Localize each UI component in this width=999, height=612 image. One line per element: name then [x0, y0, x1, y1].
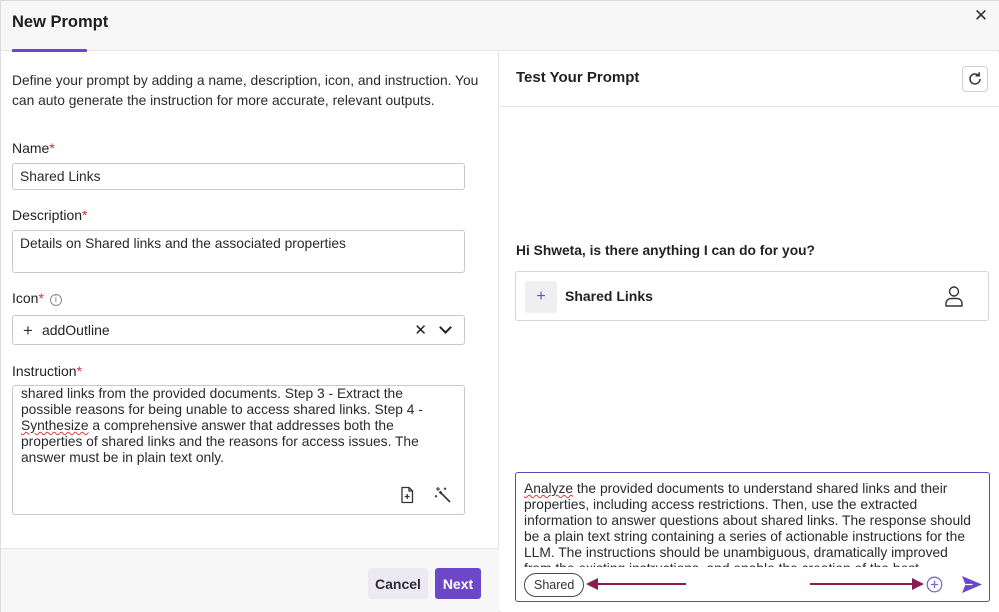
description-input[interactable]: Details on Shared links and the associat…: [12, 230, 465, 273]
refresh-button[interactable]: [962, 66, 988, 92]
instruction-label: Instruction*: [12, 363, 83, 379]
add-icon: +: [525, 281, 557, 313]
name-label: Name*: [12, 140, 55, 156]
prompt-card-label: Shared Links: [565, 288, 653, 304]
next-button[interactable]: Next: [435, 568, 481, 599]
cancel-button[interactable]: Cancel: [368, 568, 428, 599]
test-panel-title: Test Your Prompt: [516, 69, 640, 86]
icon-select-value: addOutline: [41, 322, 110, 338]
test-panel-header: Test Your Prompt: [500, 52, 999, 107]
test-prompt-panel: Test Your Prompt Hi Shweta, is there any…: [500, 52, 999, 612]
prompt-card[interactable]: + Shared Links: [515, 271, 989, 321]
prompt-form-panel: Define your prompt by adding a name, des…: [1, 52, 499, 612]
form-footer: Cancel Next: [1, 548, 499, 612]
annotation-arrows: [586, 578, 924, 590]
instruction-tools: [398, 486, 452, 504]
icon-select[interactable]: + addOutline ✕: [12, 315, 465, 345]
form-intro: Define your prompt by adding a name, des…: [12, 73, 479, 108]
chevron-down-icon[interactable]: [439, 321, 452, 334]
chat-input-box[interactable]: Analyze the provided documents to unders…: [515, 472, 990, 602]
user-icon: [945, 286, 963, 307]
info-icon[interactable]: i: [49, 294, 62, 306]
instruction-text: shared links from the provided documents…: [21, 386, 423, 465]
close-icon[interactable]: ✕: [972, 7, 990, 25]
icon-label: Icon* i: [12, 290, 62, 306]
add-outline-icon: +: [23, 320, 33, 340]
new-prompt-modal: New Prompt ✕ Define your prompt by addin…: [0, 0, 999, 612]
description-label: Description*: [12, 207, 88, 223]
modal-header: New Prompt ✕: [1, 1, 999, 51]
add-document-icon[interactable]: [398, 486, 416, 504]
greeting-text: Hi Shweta, is there anything I can do fo…: [516, 243, 815, 258]
refresh-icon: [969, 72, 981, 85]
modal-title: New Prompt: [12, 13, 109, 31]
send-icon[interactable]: [961, 575, 983, 594]
name-input[interactable]: Shared Links: [12, 163, 465, 190]
instruction-textarea[interactable]: shared links from the provided documents…: [12, 385, 465, 515]
magic-wand-icon[interactable]: [434, 486, 452, 504]
clear-icon[interactable]: ✕: [414, 321, 427, 339]
add-circle-icon[interactable]: [926, 576, 943, 593]
